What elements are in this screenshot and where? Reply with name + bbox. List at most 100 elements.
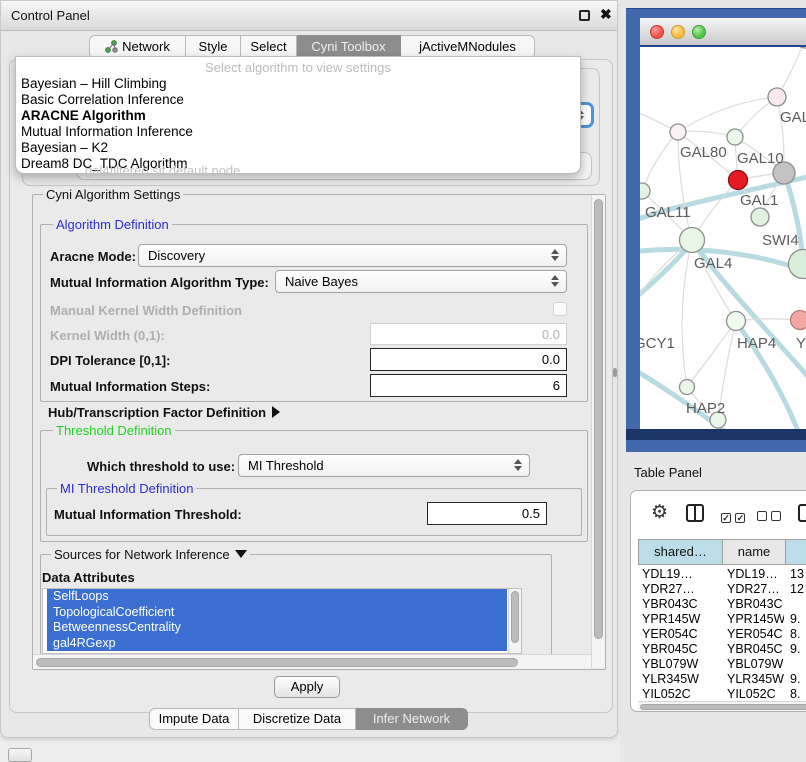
table-row[interactable]: YDL19… YDL19… 13 <box>638 567 806 582</box>
traffic-light-close-icon[interactable] <box>650 25 664 39</box>
attribute-list-item[interactable]: SelfLoops <box>47 589 507 605</box>
table-cell[interactable]: 12 <box>790 582 806 596</box>
table-cell[interactable]: YDL19… <box>727 567 784 581</box>
dropdown-item[interactable]: ARACNE Algorithm <box>16 108 580 124</box>
table-cell[interactable]: YDR27… <box>727 582 784 596</box>
network-node[interactable] <box>789 250 806 279</box>
attributes-scrollbar-thumb[interactable] <box>511 591 519 643</box>
algorithm-dropdown[interactable]: Select algorithm to view settings Bayesi… <box>15 56 581 174</box>
control-panel-titlebar[interactable]: Control Panel ✖ <box>1 1 617 31</box>
table-row[interactable]: YBR043C YBR043C <box>638 597 806 612</box>
table-hscrollbar[interactable] <box>638 701 806 712</box>
attribute-list-item[interactable]: TopologicalCoefficient <box>47 605 507 621</box>
table-row[interactable]: YER054C YER054C 8. <box>638 627 806 642</box>
column-header-3[interactable]: A <box>786 539 806 565</box>
settings-hscrollbar[interactable] <box>33 654 591 669</box>
table-body[interactable]: YDL19…YDL19…13YDR27…YDR27…12YBR043CYBR04… <box>631 567 806 701</box>
table-cell[interactable]: YBR045C <box>727 642 784 656</box>
network-canvas[interactable]: GALGAL80GAL10GAL1GAL11SWI4GAL4GCY1HAP4YH… <box>640 47 806 429</box>
close-icon[interactable]: ✖ <box>600 6 612 23</box>
mi-type-combo[interactable]: Naive Bayes <box>275 270 567 293</box>
table-hscrollbar-thumb[interactable] <box>640 704 806 710</box>
settings-vscrollbar[interactable] <box>591 195 605 668</box>
table-row[interactable]: YLR345W YLR345W 9. <box>638 672 806 687</box>
dpi-tolerance-field[interactable]: 0.0 <box>370 348 567 371</box>
table-cell[interactable]: YDR27… <box>642 582 721 596</box>
network-node[interactable] <box>640 183 650 199</box>
network-node[interactable] <box>768 88 786 106</box>
select-all-icon[interactable]: ✓ ✓ <box>721 508 745 526</box>
network-node[interactable] <box>680 380 695 395</box>
deselect-all-icon[interactable] <box>757 508 781 526</box>
network-node[interactable] <box>751 208 769 226</box>
attribute-list-item[interactable]: BetweennessCentrality <box>47 620 507 636</box>
traffic-light-zoom-icon[interactable] <box>692 25 706 39</box>
network-node[interactable] <box>727 312 746 331</box>
table-cell[interactable]: 8. <box>790 627 806 641</box>
table-row[interactable]: YIL052C YIL052C 8. <box>638 687 806 701</box>
settings-hscrollbar-thumb[interactable] <box>36 658 518 667</box>
table-cell[interactable]: 8. <box>790 687 806 701</box>
mi-threshold-label: Mutual Information Threshold: <box>54 507 242 522</box>
sources-title[interactable]: Sources for Network Inference <box>51 547 250 562</box>
split-view-icon[interactable] <box>686 504 704 522</box>
attributes-scrollbar[interactable] <box>508 589 521 654</box>
table-row[interactable]: YBL079W YBL079W <box>638 657 806 672</box>
table-cell[interactable]: 9. <box>790 642 806 656</box>
table-row[interactable]: YDR27… YDR27… 12 <box>638 582 806 597</box>
table-cell[interactable]: YBL079W <box>642 657 721 671</box>
table-cell[interactable]: YER054C <box>727 627 784 641</box>
table-row[interactable]: YPR145W YPR145W 9. <box>638 612 806 627</box>
which-threshold-combo[interactable]: MI Threshold <box>238 454 530 477</box>
network-window-titlebar[interactable] <box>640 18 806 47</box>
table-cell[interactable]: YPR145W <box>727 612 784 626</box>
table-cell[interactable]: 13 <box>790 567 806 581</box>
float-window-icon[interactable] <box>579 10 590 21</box>
dropdown-item[interactable]: Basic Correlation Inference <box>16 92 580 108</box>
table-icon[interactable] <box>798 504 806 522</box>
hub-definition-toggle[interactable]: Hub/Transcription Factor Definition <box>48 405 280 420</box>
table-cell[interactable]: YBR045C <box>642 642 721 656</box>
network-node[interactable] <box>680 228 705 253</box>
column-header-name[interactable]: name <box>723 539 786 565</box>
network-node[interactable] <box>729 171 748 190</box>
settings-vscrollbar-thumb[interactable] <box>594 199 603 639</box>
table-row[interactable]: YBR045C YBR045C 9. <box>638 642 806 657</box>
aracne-mode-combo[interactable]: Discovery <box>138 244 567 267</box>
tab-discretize-data[interactable]: Discretize Data <box>239 708 356 730</box>
network-node[interactable] <box>791 311 806 330</box>
tab-impute-data[interactable]: Impute Data <box>149 708 239 730</box>
network-node[interactable] <box>727 129 743 145</box>
dropdown-item[interactable]: Mutual Information Inference <box>16 124 580 140</box>
table-cell[interactable]: YIL052C <box>727 687 784 701</box>
kernel-width-field[interactable]: 0.0 <box>370 323 567 345</box>
gear-icon[interactable]: ⚙ <box>651 501 668 524</box>
table-cell[interactable]: YER054C <box>642 627 721 641</box>
table-cell[interactable]: 9. <box>790 672 806 686</box>
table-cell[interactable]: YIL052C <box>642 687 721 701</box>
table-cell[interactable]: YPR145W <box>642 612 721 626</box>
table-cell[interactable]: YLR345W <box>642 672 721 686</box>
aracne-mode-label: Aracne Mode: <box>50 249 136 264</box>
tab-infer-network[interactable]: Infer Network <box>356 708 468 730</box>
table-cell[interactable]: YBR043C <box>642 597 721 611</box>
mi-steps-field[interactable]: 6 <box>370 374 567 397</box>
network-node[interactable] <box>796 47 806 48</box>
dropdown-item[interactable]: Bayesian – Hill Climbing <box>16 76 580 92</box>
network-node[interactable] <box>670 124 686 140</box>
table-cell[interactable]: 9. <box>790 612 806 626</box>
apply-button[interactable]: Apply <box>274 676 340 698</box>
traffic-light-minimize-icon[interactable] <box>671 25 685 39</box>
data-attributes-list[interactable]: SelfLoopsTopologicalCoefficientBetweenne… <box>42 588 522 654</box>
attribute-list-item[interactable]: gal4RGexp <box>47 636 507 652</box>
splitpane-handle[interactable] <box>613 368 617 377</box>
column-header-shared[interactable]: shared… <box>638 539 723 565</box>
table-cell[interactable]: YBR043C <box>727 597 784 611</box>
panel-grip-icon[interactable] <box>8 748 32 762</box>
mi-threshold-field[interactable]: 0.5 <box>427 502 547 525</box>
table-cell[interactable]: YBL079W <box>727 657 784 671</box>
dropdown-item[interactable]: Bayesian – K2 <box>16 140 580 156</box>
manual-kernel-checkbox[interactable] <box>553 302 567 316</box>
table-cell[interactable]: YLR345W <box>727 672 784 686</box>
table-cell[interactable]: YDL19… <box>642 567 721 581</box>
